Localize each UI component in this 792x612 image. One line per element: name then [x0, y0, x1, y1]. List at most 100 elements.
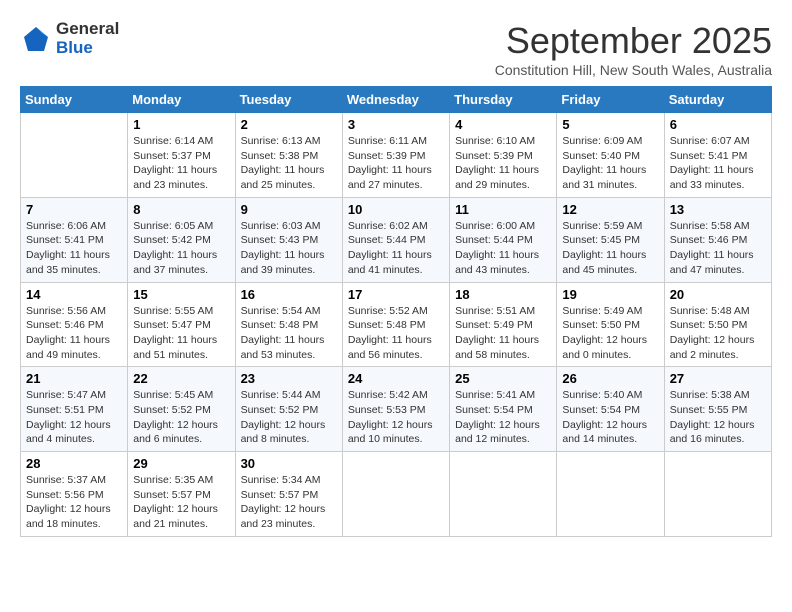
day-number: 20	[670, 287, 766, 302]
day-info: Sunrise: 6:09 AM Sunset: 5:40 PM Dayligh…	[562, 134, 658, 193]
day-number: 1	[133, 117, 229, 132]
calendar-cell: 3 Sunrise: 6:11 AM Sunset: 5:39 PM Daylig…	[342, 113, 449, 198]
logo-icon	[20, 23, 52, 55]
calendar-table: SundayMondayTuesdayWednesdayThursdayFrid…	[20, 86, 772, 537]
location: Constitution Hill, New South Wales, Aust…	[495, 62, 772, 78]
day-number: 30	[241, 456, 337, 471]
page-header: General Blue September 2025 Constitution…	[20, 20, 772, 78]
calendar-week-row: 21Sunrise: 5:47 AM Sunset: 5:51 PM Dayli…	[21, 367, 772, 452]
day-info: Sunrise: 5:54 AM Sunset: 5:48 PM Dayligh…	[241, 304, 337, 363]
calendar-cell: 20 Sunrise: 5:48 AM Sunset: 5:50 PM Dayli…	[664, 282, 771, 367]
calendar-cell: 27 Sunrise: 5:38 AM Sunset: 5:55 PM Dayli…	[664, 367, 771, 452]
calendar-cell: 23 Sunrise: 5:44 AM Sunset: 5:52 PM Dayli…	[235, 367, 342, 452]
calendar-cell: 13Sunrise: 5:58 AM Sunset: 5:46 PM Dayli…	[664, 197, 771, 282]
day-info: Sunrise: 6:00 AM Sunset: 5:44 PM Dayligh…	[455, 219, 551, 278]
day-number: 25	[455, 371, 551, 386]
day-info: Sunrise: 5:52 AM Sunset: 5:48 PM Dayligh…	[348, 304, 444, 363]
calendar-cell: 17Sunrise: 5:52 AM Sunset: 5:48 PM Dayli…	[342, 282, 449, 367]
title-area: September 2025 Constitution Hill, New So…	[495, 20, 772, 78]
day-info: Sunrise: 5:56 AM Sunset: 5:46 PM Dayligh…	[26, 304, 122, 363]
day-number: 27	[670, 371, 766, 386]
day-number: 29	[133, 456, 229, 471]
weekday-header-thursday: Thursday	[450, 87, 557, 113]
day-number: 22	[133, 371, 229, 386]
calendar-cell: 7 Sunrise: 6:06 AM Sunset: 5:41 PM Daylig…	[21, 197, 128, 282]
day-info: Sunrise: 6:10 AM Sunset: 5:39 PM Dayligh…	[455, 134, 551, 193]
calendar-cell: 10Sunrise: 6:02 AM Sunset: 5:44 PM Dayli…	[342, 197, 449, 282]
day-info: Sunrise: 5:40 AM Sunset: 5:54 PM Dayligh…	[562, 388, 658, 447]
day-info: Sunrise: 5:34 AM Sunset: 5:57 PM Dayligh…	[241, 473, 337, 532]
day-number: 8	[133, 202, 229, 217]
day-number: 11	[455, 202, 551, 217]
calendar-week-row: 28 Sunrise: 5:37 AM Sunset: 5:56 PM Dayli…	[21, 452, 772, 537]
calendar-cell: 21Sunrise: 5:47 AM Sunset: 5:51 PM Dayli…	[21, 367, 128, 452]
calendar-cell: 14 Sunrise: 5:56 AM Sunset: 5:46 PM Dayli…	[21, 282, 128, 367]
calendar-cell: 25 Sunrise: 5:41 AM Sunset: 5:54 PM Dayli…	[450, 367, 557, 452]
day-number: 24	[348, 371, 444, 386]
day-number: 3	[348, 117, 444, 132]
calendar-cell: 9 Sunrise: 6:03 AM Sunset: 5:43 PM Daylig…	[235, 197, 342, 282]
logo: General Blue	[20, 20, 119, 57]
calendar-cell: 15Sunrise: 5:55 AM Sunset: 5:47 PM Dayli…	[128, 282, 235, 367]
calendar-cell: 30 Sunrise: 5:34 AM Sunset: 5:57 PM Dayli…	[235, 452, 342, 537]
weekday-header-wednesday: Wednesday	[342, 87, 449, 113]
calendar-week-row: 7 Sunrise: 6:06 AM Sunset: 5:41 PM Daylig…	[21, 197, 772, 282]
calendar-cell: 4 Sunrise: 6:10 AM Sunset: 5:39 PM Daylig…	[450, 113, 557, 198]
day-info: Sunrise: 6:03 AM Sunset: 5:43 PM Dayligh…	[241, 219, 337, 278]
weekday-header-tuesday: Tuesday	[235, 87, 342, 113]
weekday-header-friday: Friday	[557, 87, 664, 113]
day-info: Sunrise: 6:05 AM Sunset: 5:42 PM Dayligh…	[133, 219, 229, 278]
day-info: Sunrise: 6:06 AM Sunset: 5:41 PM Dayligh…	[26, 219, 122, 278]
logo-text: General Blue	[56, 20, 119, 57]
calendar-cell: 2 Sunrise: 6:13 AM Sunset: 5:38 PM Daylig…	[235, 113, 342, 198]
day-info: Sunrise: 5:47 AM Sunset: 5:51 PM Dayligh…	[26, 388, 122, 447]
calendar-cell: 16 Sunrise: 5:54 AM Sunset: 5:48 PM Dayli…	[235, 282, 342, 367]
day-info: Sunrise: 6:02 AM Sunset: 5:44 PM Dayligh…	[348, 219, 444, 278]
calendar-cell	[557, 452, 664, 537]
day-number: 28	[26, 456, 122, 471]
day-number: 16	[241, 287, 337, 302]
day-info: Sunrise: 5:42 AM Sunset: 5:53 PM Dayligh…	[348, 388, 444, 447]
day-info: Sunrise: 5:55 AM Sunset: 5:47 PM Dayligh…	[133, 304, 229, 363]
day-number: 9	[241, 202, 337, 217]
day-info: Sunrise: 5:48 AM Sunset: 5:50 PM Dayligh…	[670, 304, 766, 363]
calendar-cell: 22 Sunrise: 5:45 AM Sunset: 5:52 PM Dayli…	[128, 367, 235, 452]
day-info: Sunrise: 5:38 AM Sunset: 5:55 PM Dayligh…	[670, 388, 766, 447]
day-number: 14	[26, 287, 122, 302]
day-info: Sunrise: 6:13 AM Sunset: 5:38 PM Dayligh…	[241, 134, 337, 193]
day-number: 7	[26, 202, 122, 217]
day-info: Sunrise: 6:11 AM Sunset: 5:39 PM Dayligh…	[348, 134, 444, 193]
day-number: 5	[562, 117, 658, 132]
calendar-cell: 6Sunrise: 6:07 AM Sunset: 5:41 PM Daylig…	[664, 113, 771, 198]
day-number: 23	[241, 371, 337, 386]
day-number: 4	[455, 117, 551, 132]
day-number: 19	[562, 287, 658, 302]
calendar-cell	[21, 113, 128, 198]
calendar-cell: 28 Sunrise: 5:37 AM Sunset: 5:56 PM Dayli…	[21, 452, 128, 537]
calendar-cell: 12 Sunrise: 5:59 AM Sunset: 5:45 PM Dayli…	[557, 197, 664, 282]
day-info: Sunrise: 5:45 AM Sunset: 5:52 PM Dayligh…	[133, 388, 229, 447]
day-info: Sunrise: 5:58 AM Sunset: 5:46 PM Dayligh…	[670, 219, 766, 278]
day-info: Sunrise: 5:37 AM Sunset: 5:56 PM Dayligh…	[26, 473, 122, 532]
calendar-week-row: 1Sunrise: 6:14 AM Sunset: 5:37 PM Daylig…	[21, 113, 772, 198]
calendar-cell: 5 Sunrise: 6:09 AM Sunset: 5:40 PM Daylig…	[557, 113, 664, 198]
day-info: Sunrise: 5:41 AM Sunset: 5:54 PM Dayligh…	[455, 388, 551, 447]
day-number: 26	[562, 371, 658, 386]
calendar-cell: 18 Sunrise: 5:51 AM Sunset: 5:49 PM Dayli…	[450, 282, 557, 367]
calendar-cell	[450, 452, 557, 537]
calendar-cell	[342, 452, 449, 537]
day-info: Sunrise: 5:35 AM Sunset: 5:57 PM Dayligh…	[133, 473, 229, 532]
calendar-cell: 11 Sunrise: 6:00 AM Sunset: 5:44 PM Dayli…	[450, 197, 557, 282]
day-number: 12	[562, 202, 658, 217]
day-info: Sunrise: 5:44 AM Sunset: 5:52 PM Dayligh…	[241, 388, 337, 447]
calendar-week-row: 14 Sunrise: 5:56 AM Sunset: 5:46 PM Dayli…	[21, 282, 772, 367]
calendar-cell: 8 Sunrise: 6:05 AM Sunset: 5:42 PM Daylig…	[128, 197, 235, 282]
logo-blue: Blue	[56, 39, 119, 58]
day-number: 2	[241, 117, 337, 132]
weekday-header-monday: Monday	[128, 87, 235, 113]
calendar-cell: 29 Sunrise: 5:35 AM Sunset: 5:57 PM Dayli…	[128, 452, 235, 537]
day-info: Sunrise: 5:51 AM Sunset: 5:49 PM Dayligh…	[455, 304, 551, 363]
day-number: 18	[455, 287, 551, 302]
day-info: Sunrise: 5:59 AM Sunset: 5:45 PM Dayligh…	[562, 219, 658, 278]
weekday-header-saturday: Saturday	[664, 87, 771, 113]
